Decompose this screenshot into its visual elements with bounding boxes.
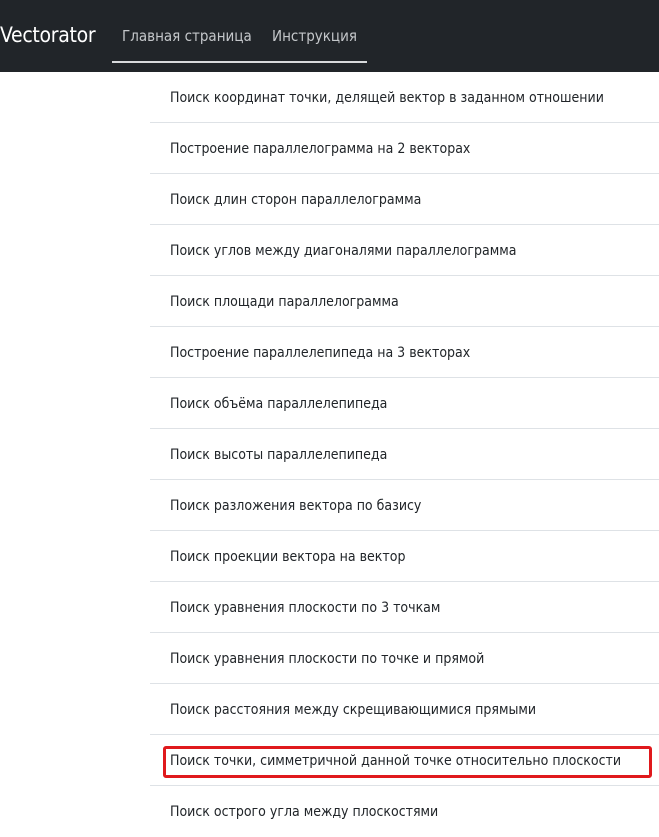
list-item[interactable]: Поиск координат точки, делящей вектор в … bbox=[150, 72, 659, 123]
list-item[interactable]: Поиск проекции вектора на вектор bbox=[150, 531, 659, 582]
list-item-label[interactable]: Поиск углов между диагоналями параллелог… bbox=[170, 242, 516, 260]
list-item-selected[interactable]: Поиск точки, симметричной данной точке о… bbox=[150, 735, 659, 786]
list-item-label[interactable]: Поиск острого угла между плоскостями bbox=[170, 803, 438, 821]
list-item-label[interactable]: Поиск уравнения плоскости по 3 точкам bbox=[170, 599, 440, 617]
list-item-label[interactable]: Поиск высоты параллелепипеда bbox=[170, 446, 387, 464]
list-item[interactable]: Поиск площади параллелограмма bbox=[150, 276, 659, 327]
list-item[interactable]: Поиск объёма параллелепипеда bbox=[150, 378, 659, 429]
list-item-label[interactable]: Поиск уравнения плоскости по точке и пря… bbox=[170, 650, 484, 668]
list-item-label[interactable]: Поиск площади параллелограмма bbox=[170, 293, 399, 311]
list-item[interactable]: Построение параллелепипеда на 3 векторах bbox=[150, 327, 659, 378]
list-item[interactable]: Поиск длин сторон параллелограмма bbox=[150, 174, 659, 225]
list-item-label[interactable]: Поиск разложения вектора по базису bbox=[170, 497, 421, 515]
list-item-label[interactable]: Поиск объёма параллелепипеда bbox=[170, 395, 387, 413]
list-item-label[interactable]: Поиск координат точки, делящей вектор в … bbox=[170, 89, 604, 107]
list-item[interactable]: Поиск разложения вектора по базису bbox=[150, 480, 659, 531]
list-item[interactable]: Поиск острого угла между плоскостями bbox=[150, 786, 659, 836]
active-tab-underline bbox=[112, 61, 367, 63]
list-item-label[interactable]: Построение параллелепипеда на 3 векторах bbox=[170, 344, 470, 362]
list-item[interactable]: Поиск углов между диагоналями параллелог… bbox=[150, 225, 659, 276]
list-item-label[interactable]: Построение параллелограмма на 2 векторах bbox=[170, 140, 470, 158]
navbar: Vectorator Главная страница Инструкция bbox=[0, 0, 659, 72]
list-item-label[interactable]: Поиск расстояния между скрещивающимися п… bbox=[170, 701, 536, 719]
list-item[interactable]: Поиск расстояния между скрещивающимися п… bbox=[150, 684, 659, 735]
list-item-label[interactable]: Поиск проекции вектора на вектор bbox=[170, 548, 405, 566]
list-item-label[interactable]: Поиск точки, симметричной данной точке о… bbox=[170, 752, 621, 770]
nav-link-home[interactable]: Главная страница bbox=[122, 27, 252, 45]
list-item[interactable]: Поиск уравнения плоскости по точке и пря… bbox=[150, 633, 659, 684]
list-item[interactable]: Построение параллелограмма на 2 векторах bbox=[150, 123, 659, 174]
list-item-label[interactable]: Поиск длин сторон параллелограмма bbox=[170, 191, 421, 209]
nav-link-instructions[interactable]: Инструкция bbox=[272, 27, 357, 45]
list-item[interactable]: Поиск высоты параллелепипеда bbox=[150, 429, 659, 480]
brand-logo[interactable]: Vectorator bbox=[0, 22, 96, 48]
calculator-list: Поиск координат точки, делящей вектор в … bbox=[150, 72, 659, 836]
list-item[interactable]: Поиск уравнения плоскости по 3 точкам bbox=[150, 582, 659, 633]
